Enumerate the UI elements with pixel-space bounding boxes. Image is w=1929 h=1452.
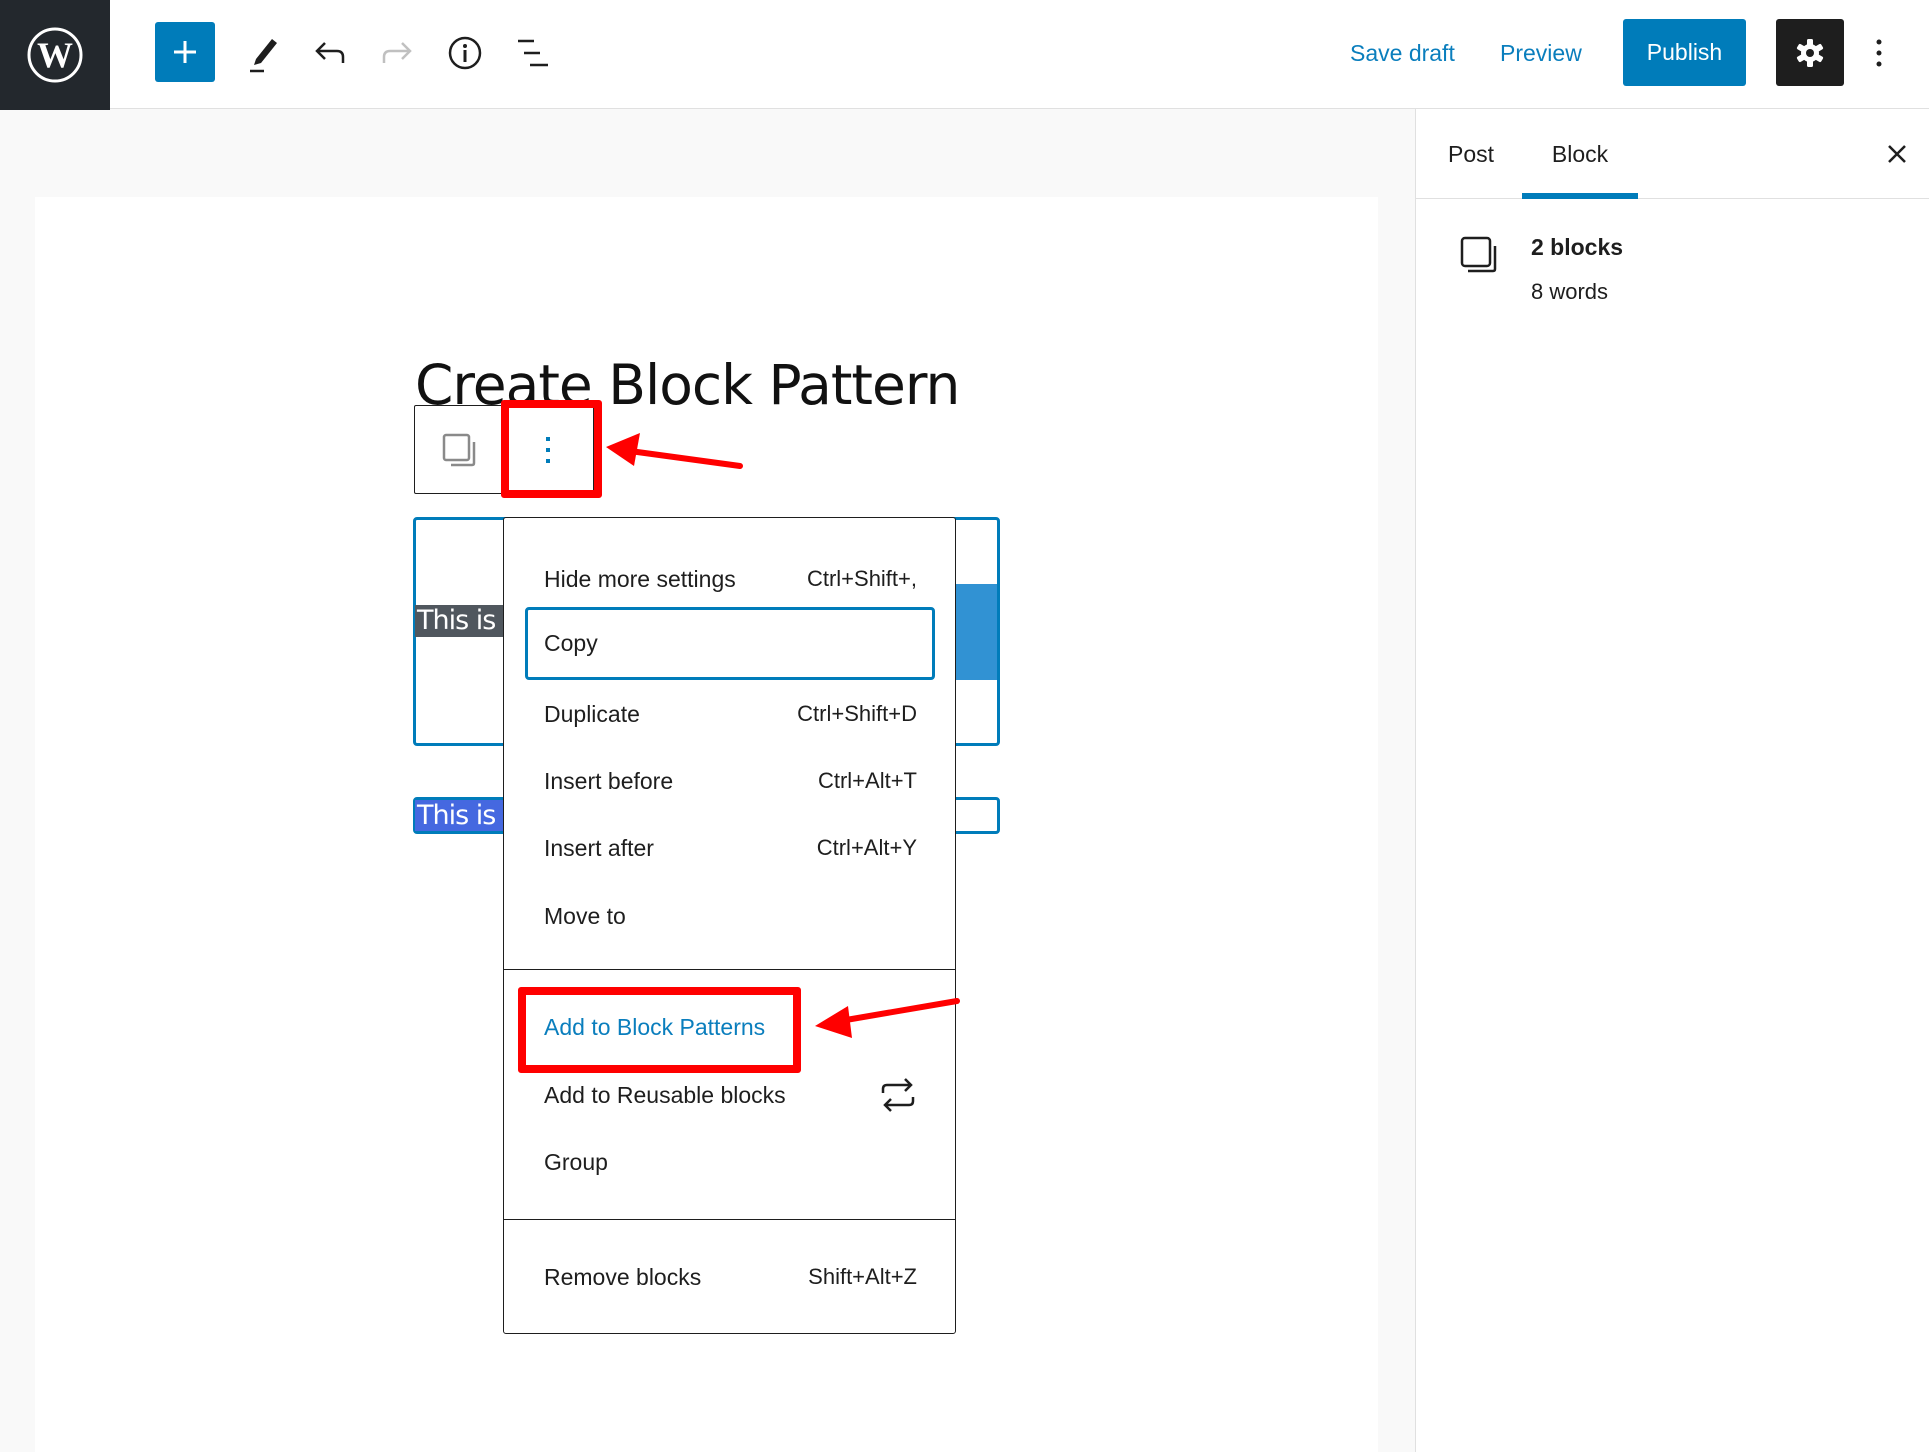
menu-item-label: Duplicate (544, 700, 640, 727)
list-view-icon (518, 39, 548, 67)
menu-item-label: Move to (544, 902, 626, 929)
gear-icon (1796, 38, 1824, 67)
menu-item-group[interactable]: Group (504, 1134, 955, 1190)
block-type-button[interactable] (415, 406, 503, 493)
menu-item-hide-more-settings[interactable]: Hide more settings Ctrl+Shift+, (504, 551, 955, 607)
undo-button[interactable] (305, 28, 355, 78)
reusable-block-icon (881, 1078, 915, 1112)
menu-item-insert-after[interactable]: Insert after Ctrl+Alt+Y (504, 820, 955, 876)
block-card-word-count: 8 words (1531, 279, 1609, 304)
pencil-icon (250, 39, 277, 73)
selected-text-2: This is t (415, 800, 510, 831)
more-options-button[interactable] (1862, 28, 1896, 78)
menu-divider (504, 1219, 955, 1220)
info-icon (448, 36, 482, 70)
block-options-button[interactable] (503, 406, 593, 493)
menu-divider (504, 969, 955, 970)
preview-button[interactable]: Preview (1500, 28, 1582, 78)
plus-icon (174, 41, 196, 63)
menu-item-label: Add to Reusable blocks (544, 1081, 786, 1108)
publish-button[interactable]: Publish (1623, 19, 1746, 86)
tab-post[interactable]: Post (1425, 109, 1517, 199)
block-card-title: 2 blocks (1531, 234, 1624, 260)
sidebar-tabs: Post Block (1416, 109, 1929, 199)
list-view-button[interactable] (508, 28, 558, 78)
menu-item-label: Insert before (544, 767, 674, 794)
menu-item-label: Remove blocks (544, 1263, 702, 1290)
wordpress-block-editor: W Save draft Preview Publish Create Bloc… (0, 0, 1929, 1452)
block-options-menu: Hide more settings Ctrl+Shift+, Copy Dup… (503, 517, 956, 1334)
tools-button[interactable] (238, 28, 288, 78)
close-sidebar-button[interactable] (1872, 129, 1922, 179)
menu-item-shortcut: Shift+Alt+Z (808, 1264, 917, 1289)
menu-item-duplicate[interactable]: Duplicate Ctrl+Shift+D (504, 686, 955, 742)
editor-header: W Save draft Preview Publish (0, 0, 1929, 110)
menu-item-label: Hide more settings (544, 565, 736, 592)
menu-item-copy[interactable]: Copy (525, 607, 935, 680)
menu-item-add-to-block-patterns[interactable]: Add to Block Patterns (504, 999, 955, 1055)
menu-item-remove-blocks[interactable]: Remove blocks Shift+Alt+Z (504, 1249, 955, 1305)
tab-block[interactable]: Block (1522, 109, 1638, 199)
close-icon (1888, 145, 1906, 163)
menu-item-add-to-reusable-blocks[interactable]: Add to Reusable blocks (504, 1067, 955, 1123)
menu-item-label: Add to Block Patterns (544, 1013, 766, 1040)
wordpress-logo-button[interactable]: W (0, 0, 110, 110)
details-button[interactable] (440, 28, 490, 78)
save-draft-button[interactable]: Save draft (1350, 28, 1455, 78)
menu-item-insert-before[interactable]: Insert before Ctrl+Alt+T (504, 753, 955, 809)
menu-item-move-to[interactable]: Move to (504, 888, 955, 944)
add-block-button[interactable] (155, 22, 215, 82)
menu-item-shortcut: Ctrl+Alt+T (817, 768, 917, 793)
selected-text-1: This is t (415, 605, 510, 637)
svg-text:W: W (37, 35, 73, 75)
block-toolbar (414, 405, 594, 494)
wordpress-logo-icon: W (27, 27, 83, 83)
vertical-ellipsis-icon (1876, 39, 1882, 67)
settings-sidebar: Post Block 2 blocks 8 words (1415, 109, 1929, 1452)
menu-item-label: Insert after (544, 834, 654, 861)
selected-text-highlight (955, 584, 997, 680)
settings-button[interactable] (1776, 19, 1844, 86)
menu-item-label: Group (544, 1148, 608, 1175)
multiple-blocks-icon (442, 433, 476, 466)
multiple-blocks-icon (1460, 236, 1497, 273)
redo-icon (382, 42, 412, 63)
menu-item-label: Copy (544, 630, 598, 656)
menu-item-shortcut: Ctrl+Shift+D (797, 701, 917, 726)
menu-item-shortcut: Ctrl+Alt+Y (816, 835, 917, 860)
menu-item-shortcut: Ctrl+Shift+, (806, 566, 917, 591)
undo-icon (315, 42, 345, 63)
vertical-ellipsis-icon (546, 436, 550, 463)
redo-button[interactable] (372, 28, 422, 78)
